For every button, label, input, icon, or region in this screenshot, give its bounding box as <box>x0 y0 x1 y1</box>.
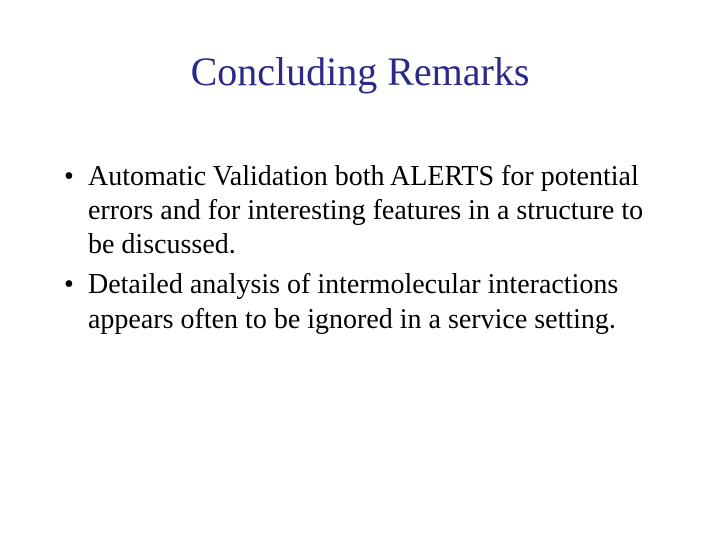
list-item: Automatic Validation both ALERTS for pot… <box>60 160 660 262</box>
bullet-list: Automatic Validation both ALERTS for pot… <box>60 160 660 337</box>
slide-body: Automatic Validation both ALERTS for pot… <box>60 160 660 343</box>
slide-title: Concluding Remarks <box>0 48 720 95</box>
list-item: Detailed analysis of intermolecular inte… <box>60 268 660 336</box>
slide: Concluding Remarks Automatic Validation … <box>0 0 720 540</box>
